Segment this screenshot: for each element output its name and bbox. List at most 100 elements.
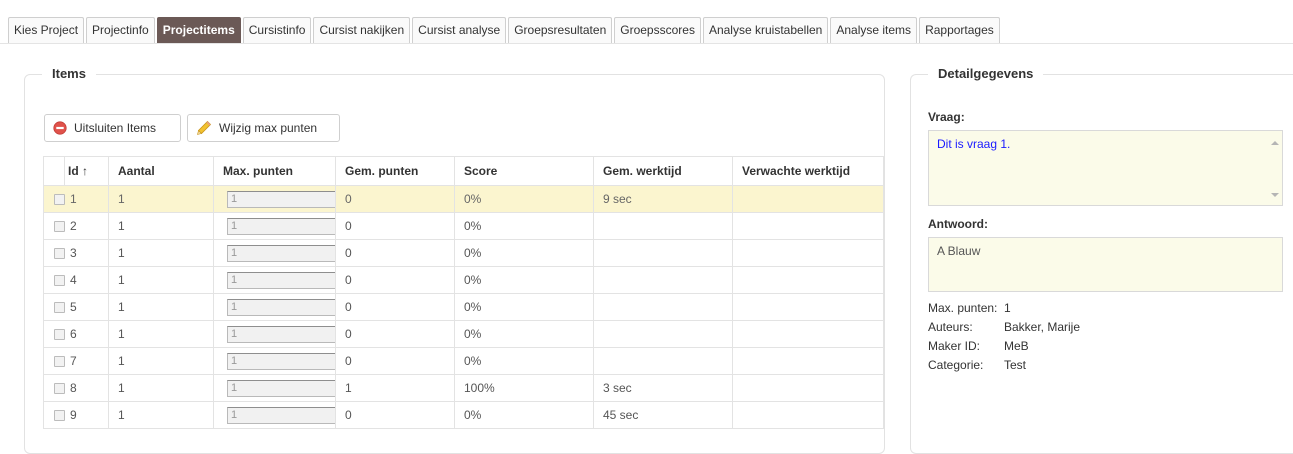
cell-aantal: 1: [108, 374, 214, 402]
meta-value: Bakker, Marije: [1004, 320, 1081, 334]
table-row[interactable]: 6 1 1 0 0%: [43, 320, 884, 348]
row-checkbox[interactable]: [54, 274, 65, 286]
row-checkbox[interactable]: [54, 382, 65, 394]
row-checkbox[interactable]: [54, 247, 65, 259]
cell-max-punten: 1: [213, 293, 336, 321]
cell-gem-werktijd: [593, 347, 733, 375]
cell-gem-punten: 0: [335, 212, 455, 240]
max-points-input[interactable]: 1: [227, 406, 335, 424]
column-header-score[interactable]: Score: [454, 156, 594, 186]
cell-verwachte-werktijd: [732, 401, 884, 429]
tab-analyse-items[interactable]: Analyse items: [830, 17, 918, 43]
cell-gem-punten: 0: [335, 239, 455, 267]
meta-key: Auteurs:: [928, 320, 973, 334]
scroll-up-icon[interactable]: [1271, 141, 1279, 145]
table-row[interactable]: 7 1 1 0 0%: [43, 347, 884, 375]
pencil-icon: [196, 120, 212, 136]
items-panel-title: Items: [42, 66, 96, 81]
table-row[interactable]: 5 1 1 0 0%: [43, 293, 884, 321]
row-checkbox[interactable]: [54, 355, 65, 367]
tab-kies-project[interactable]: Kies Project: [8, 17, 85, 43]
table-row[interactable]: 9 1 1 0 0% 45 sec: [43, 401, 884, 429]
table-row[interactable]: 2 1 1 0 0%: [43, 212, 884, 240]
detail-metadata: Max. punten: 1 Auteurs: Bakker, Marije M…: [928, 301, 1080, 377]
cell-verwachte-werktijd: [732, 212, 884, 240]
tab-cursistinfo[interactable]: Cursistinfo: [242, 17, 312, 43]
row-select-cell: 8: [43, 374, 109, 402]
tab-analyse-kruistabellen[interactable]: Analyse kruistabellen: [702, 17, 829, 43]
max-points-input[interactable]: 1: [227, 217, 335, 235]
tab-projectinfo[interactable]: Projectinfo: [86, 17, 155, 43]
column-header-gem-werktijd[interactable]: Gem. werktijd: [593, 156, 733, 186]
tab-cursist-analyse[interactable]: Cursist analyse: [412, 17, 507, 43]
max-points-input[interactable]: 1: [227, 298, 335, 316]
cell-gem-werktijd: 3 sec: [593, 374, 733, 402]
cell-max-punten: 1: [213, 212, 336, 240]
cell-aantal: 1: [108, 212, 214, 240]
row-checkbox[interactable]: [54, 220, 65, 232]
max-points-input[interactable]: 1: [227, 325, 335, 343]
tab-bar: Kies Project Projectinfo Projectitems Cu…: [8, 17, 1000, 43]
edit-max-points-button[interactable]: Wijzig max punten: [187, 114, 340, 142]
cell-score: 100%: [454, 374, 594, 402]
exclude-items-button[interactable]: Uitsluiten Items: [44, 114, 181, 142]
table-row[interactable]: 3 1 1 0 0%: [43, 239, 884, 267]
tab-groepsscores[interactable]: Groepsscores: [614, 17, 701, 43]
cell-verwachte-werktijd: [732, 347, 884, 375]
question-scrollbar[interactable]: [1266, 131, 1282, 205]
cell-gem-punten: 0: [335, 185, 455, 213]
row-select-cell: 9: [43, 401, 109, 429]
max-points-input[interactable]: 1: [227, 271, 335, 289]
cell-gem-werktijd: 45 sec: [593, 401, 733, 429]
table-row[interactable]: 8 1 1 1 100% 3 sec: [43, 374, 884, 402]
meta-row-auteurs: Auteurs: Bakker, Marije: [928, 320, 1080, 339]
cell-max-punten: 1: [213, 374, 336, 402]
cell-max-punten: 1: [213, 185, 336, 213]
column-header-gem-punten[interactable]: Gem. punten: [335, 156, 455, 186]
table-row[interactable]: 4 1 1 0 0%: [43, 266, 884, 294]
answer-textarea[interactable]: A Blauw: [928, 237, 1283, 292]
cell-gem-punten: 0: [335, 293, 455, 321]
cell-verwachte-werktijd: [732, 266, 884, 294]
cell-score: 0%: [454, 239, 594, 267]
max-points-input[interactable]: 1: [227, 379, 335, 397]
cell-aantal: 1: [108, 293, 214, 321]
scroll-down-icon[interactable]: [1271, 193, 1279, 197]
column-header-verwachte-werktijd[interactable]: Verwachte werktijd: [732, 156, 884, 186]
row-checkbox[interactable]: [54, 409, 65, 421]
tab-rapportages[interactable]: Rapportages: [919, 17, 1000, 43]
cell-aantal: 1: [108, 320, 214, 348]
column-header-id[interactable]: Id ↑: [64, 156, 109, 186]
cell-verwachte-werktijd: [732, 374, 884, 402]
row-checkbox[interactable]: [54, 193, 65, 205]
cell-max-punten: 1: [213, 347, 336, 375]
cell-gem-punten: 0: [335, 401, 455, 429]
cell-score: 0%: [454, 401, 594, 429]
cell-max-punten: 1: [213, 239, 336, 267]
column-header-aantal[interactable]: Aantal: [108, 156, 214, 186]
cell-gem-werktijd: [593, 212, 733, 240]
cell-score: 0%: [454, 212, 594, 240]
cell-score: 0%: [454, 293, 594, 321]
tab-cursist-nakijken[interactable]: Cursist nakijken: [313, 17, 411, 43]
column-header-max-punten[interactable]: Max. punten: [213, 156, 336, 186]
cell-max-punten: 1: [213, 401, 336, 429]
max-points-input[interactable]: 1: [227, 352, 335, 370]
max-points-input[interactable]: 1: [227, 244, 335, 262]
question-textarea[interactable]: Dit is vraag 1.: [928, 130, 1283, 206]
items-table: Id ↑ Aantal Max. punten Gem. punten Scor…: [43, 156, 884, 429]
cell-gem-punten: 0: [335, 347, 455, 375]
max-points-input[interactable]: 1: [227, 190, 335, 208]
tab-projectitems[interactable]: Projectitems: [156, 17, 241, 43]
cell-verwachte-werktijd: [732, 320, 884, 348]
meta-row-maker-id: Maker ID: MeB: [928, 339, 1080, 358]
cell-gem-punten: 0: [335, 320, 455, 348]
cell-id: 8: [70, 381, 77, 396]
row-checkbox[interactable]: [54, 328, 65, 340]
row-checkbox[interactable]: [54, 301, 65, 313]
column-header-id-label: Id ↑: [68, 164, 88, 178]
table-row[interactable]: 1 1 1 0 0% 9 sec: [43, 185, 884, 213]
tab-groepsresultaten[interactable]: Groepsresultaten: [508, 17, 613, 43]
cell-aantal: 1: [108, 266, 214, 294]
cell-id: 2: [70, 219, 77, 234]
